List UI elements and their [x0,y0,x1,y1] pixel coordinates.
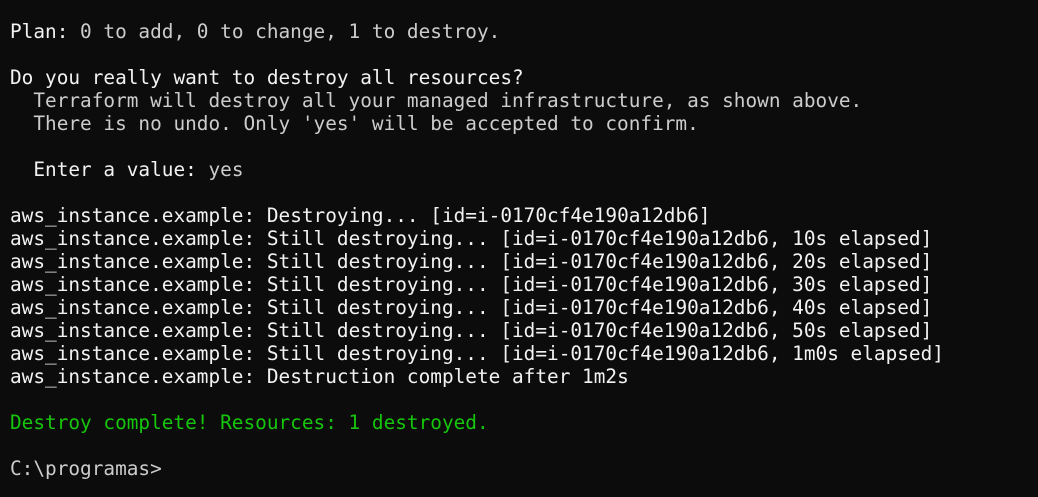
log-line: aws_instance.example: Still destroying..… [10,342,1038,365]
enter-value-label: Enter a value: [10,158,197,181]
log-message: Still destroying... [id=i-0170cf4e190a12… [255,296,933,319]
confirm-detail-1: Terraform will destroy all your managed … [10,89,863,112]
log-message: Still destroying... [id=i-0170cf4e190a12… [255,250,933,273]
plan-line: Plan: 0 to add, 0 to change, 1 to destro… [10,20,1038,43]
log-message: Still destroying... [id=i-0170cf4e190a12… [255,273,933,296]
plan-label: Plan: [10,20,69,43]
confirm-detail-2: There is no undo. Only 'yes' will be acc… [10,112,699,135]
log-message: Still destroying... [id=i-0170cf4e190a12… [255,319,933,342]
log-line: aws_instance.example: Destruction comple… [10,365,1038,388]
log-resource: aws_instance.example: [10,250,256,273]
log-resource: aws_instance.example: [10,273,256,296]
plan-summary: 0 to add, 0 to change, 1 to destroy. [68,20,501,43]
log-line: aws_instance.example: Still destroying..… [10,319,1038,342]
destroy-log: aws_instance.example: Destroying... [id=… [10,204,1038,388]
log-line: aws_instance.example: Still destroying..… [10,296,1038,319]
shell-prompt[interactable]: C:\programas> [10,457,1038,480]
enter-value-line: Enter a value: yes [10,158,1038,181]
log-resource: aws_instance.example: [10,342,256,365]
confirm-question: Do you really want to destroy all resour… [10,66,524,89]
log-resource: aws_instance.example: [10,365,256,388]
log-message: Still destroying... [id=i-0170cf4e190a12… [255,227,933,250]
log-resource: aws_instance.example: [10,204,256,227]
log-resource: aws_instance.example: [10,296,256,319]
enter-value-input: yes [196,158,244,181]
log-message: Destruction complete after 1m2s [255,365,629,388]
log-message: Still destroying... [id=i-0170cf4e190a12… [255,342,944,365]
log-message: Destroying... [id=i-0170cf4e190a12db6] [255,204,711,227]
terminal-window[interactable]: Plan: 0 to add, 0 to change, 1 to destro… [0,0,1038,497]
log-line: aws_instance.example: Still destroying..… [10,273,1038,296]
log-line: aws_instance.example: Still destroying..… [10,250,1038,273]
log-resource: aws_instance.example: [10,227,256,250]
log-line: aws_instance.example: Destroying... [id=… [10,204,1038,227]
destroy-result: Destroy complete! Resources: 1 destroyed… [10,411,489,434]
log-resource: aws_instance.example: [10,319,256,342]
log-line: aws_instance.example: Still destroying..… [10,227,1038,250]
